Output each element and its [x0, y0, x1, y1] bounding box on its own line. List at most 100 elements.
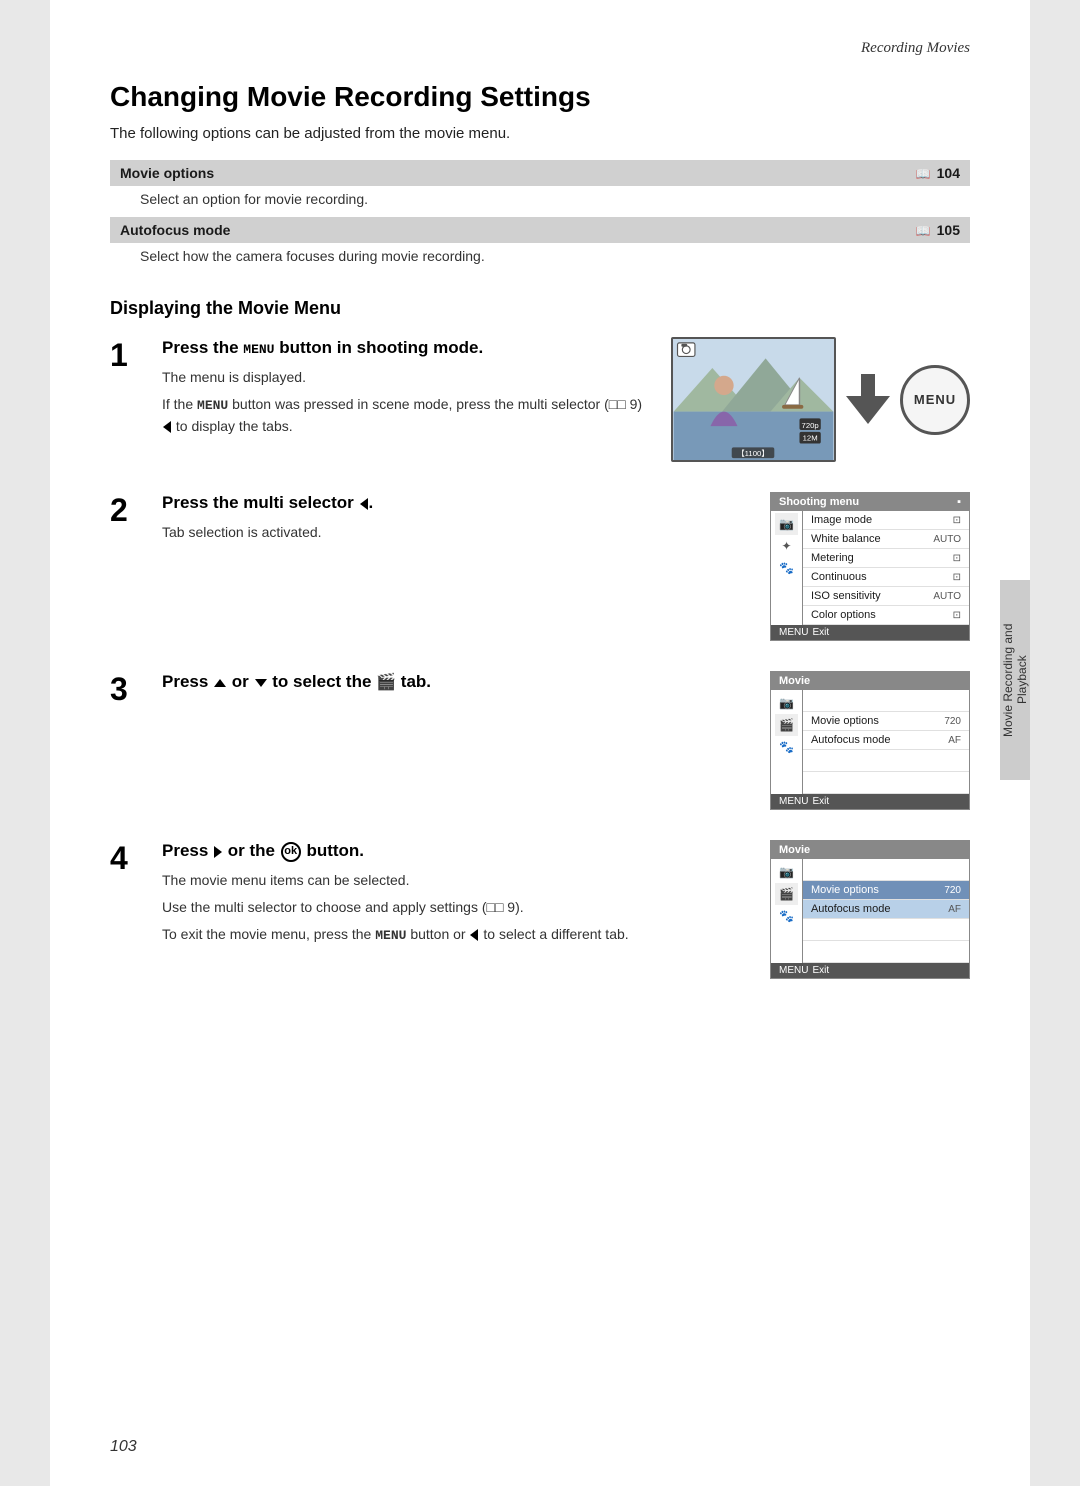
step-number-3: 3	[110, 673, 142, 705]
item-value: ⊡	[953, 553, 961, 564]
item-value: ⊡	[953, 610, 961, 621]
menu-items-area-3: Movie options 720 Autofocus mode AF	[803, 859, 969, 963]
tab-camera: 📷	[775, 513, 798, 535]
item-value: ⊡	[953, 515, 961, 526]
list-item: Metering ⊡	[803, 549, 969, 568]
list-item: Movie options 720	[803, 712, 969, 731]
option-label-2: Autofocus mode	[110, 217, 686, 243]
menu-with-tabs-2: 📷 🎬 🐾 Movie options 720 Autofocus m	[771, 690, 969, 794]
item-label: Image mode	[811, 514, 947, 526]
item-value: 720	[944, 885, 961, 896]
step-2: 2 Press the multi selector . Tab selecti…	[110, 492, 970, 641]
tab-paw-3: 🐾	[775, 905, 798, 927]
arrow-down-image	[846, 376, 890, 424]
list-item	[803, 919, 969, 941]
item-label: Color options	[811, 609, 947, 621]
movie-menu-2-title-text: Movie	[779, 844, 810, 856]
tab-icons-2: 📷 🎬 🐾	[771, 690, 803, 794]
list-item	[803, 690, 969, 712]
list-item: Movie options 720	[803, 881, 969, 900]
menu-footer-text-3: Exit	[812, 965, 829, 976]
subsection-title: Displaying the Movie Menu	[110, 298, 970, 319]
page-number: 103	[110, 1438, 137, 1456]
ok-circle-icon: ok	[281, 842, 301, 862]
menu-keyword-inline: MENU	[197, 398, 228, 413]
step-4-desc-2: Use the multi selector to choose and app…	[162, 897, 730, 918]
header-bar: Recording Movies	[110, 40, 970, 63]
menu-items-area-2: Movie options 720 Autofocus mode AF	[803, 690, 969, 794]
table-row: Autofocus mode 📖 105	[110, 217, 970, 243]
step-4-image: Movie 📷 🎬 🐾 Movie options 720	[750, 840, 970, 979]
menu-footer-text: Exit	[812, 627, 829, 638]
list-item: White balance AUTO	[803, 530, 969, 549]
arrow-head	[846, 396, 890, 424]
step-3-image: Movie 📷 🎬 🐾 Movie options 720	[750, 671, 970, 810]
item-label: Movie options	[811, 884, 938, 896]
svg-text:720p: 720p	[802, 421, 819, 430]
menu-footer-label-3: MENU	[779, 965, 808, 976]
step-4-desc-3: To exit the movie menu, press the MENU b…	[162, 924, 730, 946]
camera-screen: 720p 12M 【1100】	[671, 337, 836, 462]
menu-items-area: Image mode ⊡ White balance AUTO Metering…	[803, 511, 969, 625]
tab-movie: 🎬	[775, 714, 798, 736]
menu-keyword-1: MENU	[243, 342, 274, 357]
options-table: Movie options 📖 104 Select an option for…	[110, 160, 970, 274]
step-2-content: Press the multi selector . Tab selection…	[162, 492, 730, 549]
svg-text:【1100】: 【1100】	[737, 449, 769, 458]
movie-tab-icon: 🎬	[376, 674, 396, 691]
step-1-desc-1: The menu is displayed.	[162, 367, 651, 388]
camera-scene-wrap: 720p 12M 【1100】	[671, 337, 970, 462]
sidebar-tab: Movie Recording and Playback	[1000, 580, 1030, 780]
movie-menu-2-screenshot: Movie 📷 🎬 🐾 Movie options 720	[770, 840, 970, 979]
intro-text: The following options can be adjusted fr…	[110, 125, 970, 142]
shooting-menu-title-text: Shooting menu	[779, 496, 859, 508]
page-container: Recording Movies Changing Movie Recordin…	[50, 0, 1030, 1486]
step-4-desc-1: The movie menu items can be selected.	[162, 870, 730, 891]
step-1-content: Press the MENU button in shooting mode. …	[162, 337, 651, 443]
step-3-content: Press or to select the 🎬 tab.	[162, 671, 730, 702]
item-label: Metering	[811, 552, 947, 564]
item-label: Movie options	[811, 715, 938, 727]
list-item: Autofocus mode AF	[803, 731, 969, 750]
menu-footer-label: MENU	[779, 627, 808, 638]
tri-left-icon-2	[360, 498, 368, 510]
step-1: 1 Press the MENU button in shooting mode…	[110, 337, 970, 462]
menu-footer-label-2: MENU	[779, 796, 808, 807]
tri-left-icon-4	[470, 929, 478, 941]
tri-right-icon	[214, 846, 222, 858]
list-item: Continuous ⊡	[803, 568, 969, 587]
movie-menu-1-title: Movie	[771, 672, 969, 690]
item-value: 720	[944, 716, 961, 727]
item-label: White balance	[811, 533, 927, 545]
list-item	[803, 859, 969, 881]
list-item	[803, 772, 969, 794]
tab-star: ✦	[775, 535, 798, 557]
steps-area: 1 Press the MENU button in shooting mode…	[110, 337, 970, 979]
step-1-desc-2: If the MENU button was pressed in scene …	[162, 394, 651, 437]
item-value: ⊡	[953, 572, 961, 583]
tab-camera-2: 📷	[775, 692, 798, 714]
step-number-4: 4	[110, 842, 142, 874]
list-item: Image mode ⊡	[803, 511, 969, 530]
option-label-1: Movie options	[110, 160, 686, 186]
list-item	[803, 941, 969, 963]
svg-text:12M: 12M	[803, 434, 818, 443]
tab-icons-3: 📷 🎬 🐾	[771, 859, 803, 963]
step-4: 4 Press or the ok button. The movie menu…	[110, 840, 970, 979]
tri-down-icon	[255, 679, 267, 687]
step-1-image: 720p 12M 【1100】	[671, 337, 970, 462]
step-number-1: 1	[110, 339, 142, 371]
menu-with-tabs-3: 📷 🎬 🐾 Movie options 720 Autofocus m	[771, 859, 969, 963]
movie-menu-1-screenshot: Movie 📷 🎬 🐾 Movie options 720	[770, 671, 970, 810]
shooting-menu-footer: MENU Exit	[771, 625, 969, 640]
item-label: Autofocus mode	[811, 734, 942, 746]
section-title: Recording Movies	[861, 40, 970, 56]
movie-menu-2-title: Movie	[771, 841, 969, 859]
item-label: Continuous	[811, 571, 947, 583]
step-2-heading: Press the multi selector .	[162, 492, 730, 514]
tab-paw-2: 🐾	[775, 736, 798, 758]
option-desc-2: Select how the camera focuses during mov…	[110, 243, 970, 274]
movie-menu-1-footer: MENU Exit	[771, 794, 969, 809]
list-item: ISO sensitivity AUTO	[803, 587, 969, 606]
list-item: Autofocus mode AF	[803, 900, 969, 919]
